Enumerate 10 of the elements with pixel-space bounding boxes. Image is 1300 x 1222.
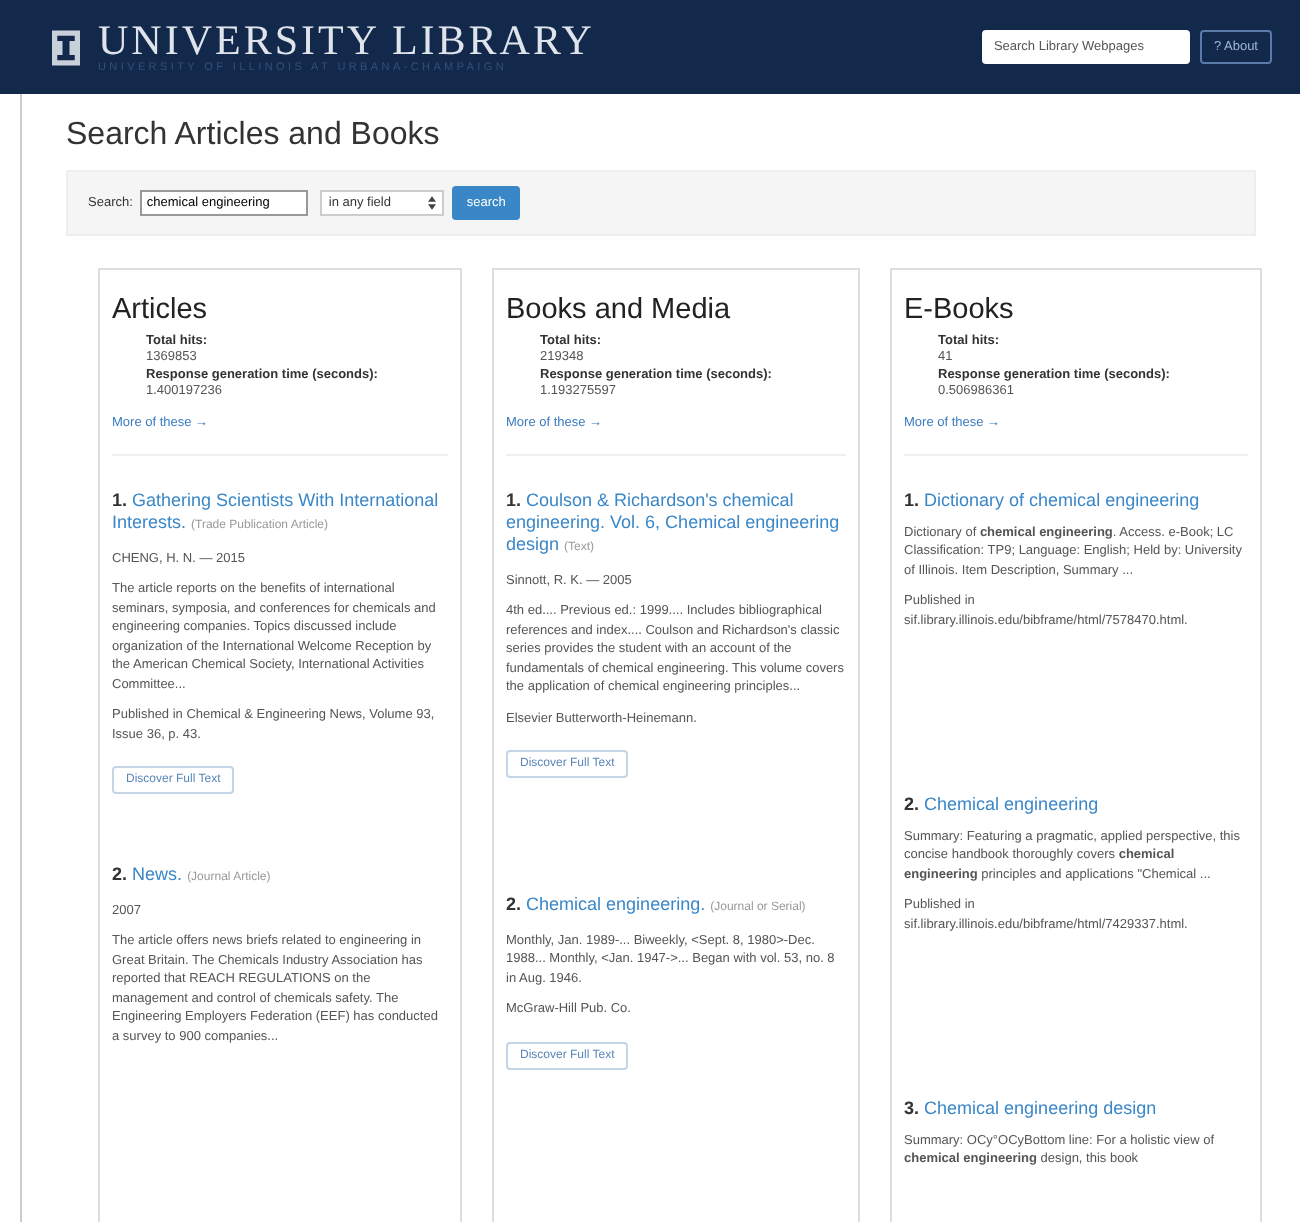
site-title: UNIVERSITY LIBRARY	[98, 19, 595, 61]
block-i-logo-icon	[52, 27, 80, 67]
page-title: Search Articles and Books	[66, 118, 442, 154]
updown-arrows-icon	[428, 196, 437, 210]
result-title-link[interactable]: 2. Chemical engineering	[904, 793, 1248, 816]
result-title-link[interactable]: 3. Chemical engineering design	[904, 1097, 1248, 1120]
panel-title: Books and Media	[506, 294, 733, 326]
panel-title: Articles	[112, 294, 210, 326]
panel-title: E-Books	[904, 294, 1016, 326]
result-title-link[interactable]: 1. Dictionary of chemical engineering	[904, 489, 1248, 512]
